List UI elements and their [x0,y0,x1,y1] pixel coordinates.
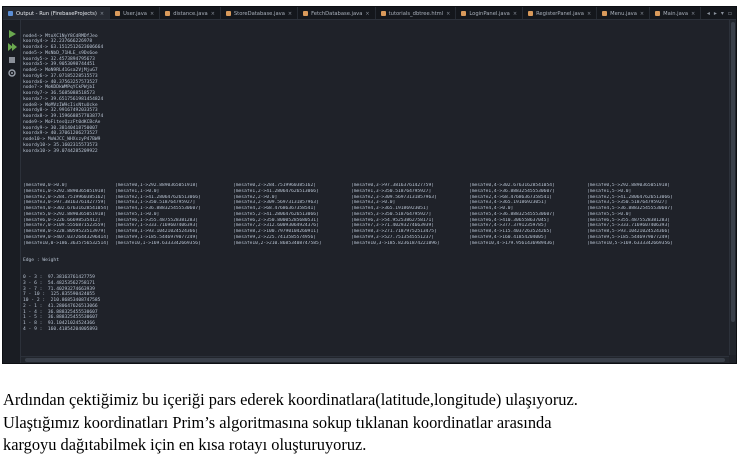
caption-line: Ulaştığımız koordinatları Prim’s algorit… [3,412,552,432]
edge-header: Edge : Weight [23,257,59,263]
java-file-icon [165,11,171,16]
coordinate-lines: node4-> MtoXC1NyY8CdRMDfJeo koordy4-> 32.… [23,34,728,155]
tab-9[interactable]: Main.java × [650,7,702,19]
matrix-cell: [mesafe10,1->169.6333342669356] [115,240,201,246]
tab-label: LoginPanel.java [469,10,510,17]
close-icon[interactable]: × [513,11,517,17]
java-file-icon [115,11,121,16]
horizontal-scrollbar[interactable] [21,356,729,363]
tab-6[interactable]: LoginPanel.java × [456,7,524,19]
matrix-row: [mesafe10,0->186.3635756532514] [mesafe10… [23,241,728,247]
console-line: koordx10-> 39.0744285209922 [23,148,98,154]
matrix-cell: [mesafe10,4->179.9561436989436] [469,240,555,246]
mst-edge-list: 0 - 3 : 97.38163761427759 3 - 6 : 54.4825… [23,275,728,333]
tab-label: Menu.java [610,10,637,17]
close-icon[interactable]: × [150,11,154,17]
tab-list-dropdown-icon[interactable]: ▾ [721,10,724,17]
tab-label: StoreDatabase.java [233,10,285,17]
close-icon[interactable]: × [288,11,292,17]
tab-3[interactable]: StoreDatabase.java × [221,7,299,19]
close-icon[interactable]: × [587,11,591,17]
java-file-icon [655,11,661,16]
tab-label: User.java [123,10,147,17]
vertical-scroll-thumb[interactable] [731,22,735,322]
matrix-cell: [mesafe10,3->185.82361874221896] [351,240,440,246]
close-icon[interactable]: × [211,11,215,17]
tab-label: RegisterPanel.java [536,10,584,17]
edge-line: 4 - 9 : 160.41854204005893 [23,326,98,332]
tab-1[interactable]: User.java × [110,7,161,19]
tab-label: Main.java [663,10,689,17]
output-console[interactable]: node4-> MtoXC1NyY8CdRMDfJeo koordy4-> 32.… [23,22,728,355]
close-icon[interactable]: × [691,11,695,17]
tab-5[interactable]: tutorials_dbtree.html × [376,7,457,19]
close-icon[interactable]: × [640,11,644,17]
matrix-cell: [mesafe10,0->186.3635756532514] [23,240,109,246]
tab-scroll-left-icon[interactable]: ◂ [707,10,710,17]
distance-matrix: [mesafe0,0->0.0] [mesafe0,1->292.88903650… [23,183,728,246]
output-icon [8,11,13,16]
close-icon[interactable]: × [100,11,104,17]
java-file-icon [528,11,534,16]
ide-window: Output - Run (FirebaseProjects) × User.jav… [2,6,737,364]
close-icon[interactable]: × [365,11,369,17]
tab-list: Output - Run (FirebaseProjects) × User.jav… [3,7,702,19]
java-file-icon [225,11,231,16]
java-file-icon [303,11,309,16]
settings-icon[interactable] [7,63,17,77]
tab-label: distance.java [173,10,208,17]
caption-paragraph: Ardından çektiğimiz bu içeriği pars eder… [3,389,735,457]
tab-scroll-right-icon[interactable]: ▸ [714,10,717,17]
editor-tab-bar: Output - Run (FirebaseProjects) × User.jav… [3,7,736,20]
tab-0[interactable]: Output - Run (FirebaseProjects) × [3,7,111,19]
tab-4[interactable]: FetchDatabase.java × [298,7,376,19]
tab-label: Output - Run (FirebaseProjects) [16,10,97,17]
stop-icon[interactable] [7,50,17,63]
tab-2[interactable]: distance.java × [160,7,221,19]
matrix-cell: [mesafe10,2->210.86853408747585] [233,240,322,246]
tab-7[interactable]: RegisterPanel.java × [523,7,598,19]
caption-line: kargoyu dağıtabilmek için en kısa rotayı… [3,435,367,454]
window-restore-icon[interactable]: ▫ [728,10,732,17]
java-file-icon [380,11,386,16]
output-toolbar [3,20,21,363]
horizontal-scroll-thumb[interactable] [25,358,725,362]
tab-label: tutorials_dbtree.html [388,10,444,17]
run-icon[interactable] [7,24,17,38]
tab-8[interactable]: Menu.java × [597,7,651,19]
java-file-icon [461,11,467,16]
caption-line: Ardından çektiğimiz bu içeriği pars eder… [3,390,578,409]
close-icon[interactable]: × [446,11,450,17]
tab-label: FetchDatabase.java [311,10,363,17]
tab-bar-tools: ◂ ▸ ▾ ▫ [703,7,736,19]
rerun-icon[interactable] [7,37,17,51]
vertical-scrollbar[interactable] [729,20,736,355]
matrix-cell: [mesafe10,5->169.6333342669356] [587,240,673,246]
java-file-icon [602,11,608,16]
